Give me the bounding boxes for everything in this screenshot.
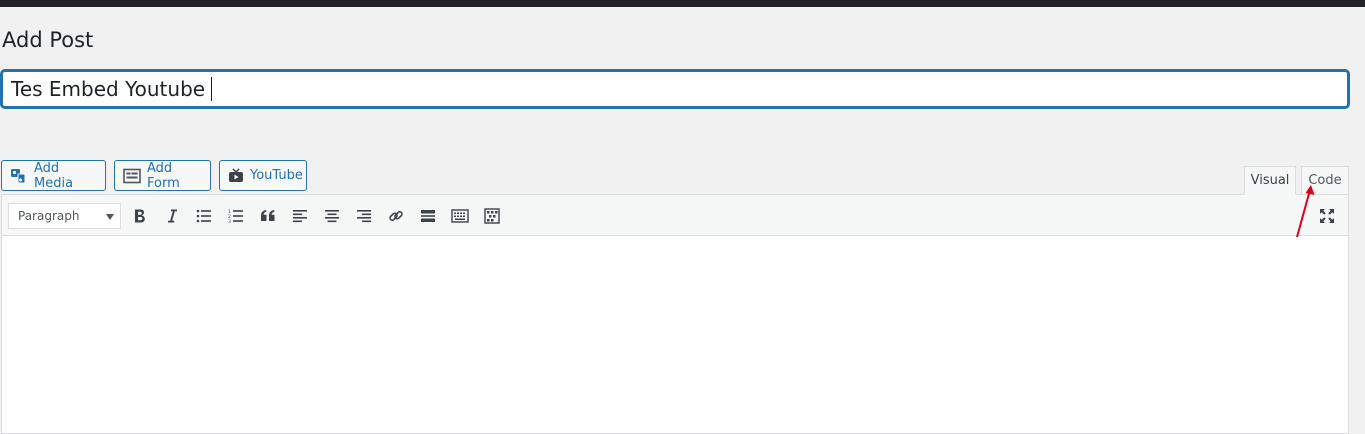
text-caret [211, 76, 213, 101]
media-icon [10, 167, 28, 185]
tab-code-label: Code [1308, 173, 1342, 188]
post-title-input[interactable]: Tes Embed Youtube [1, 70, 1349, 108]
toolbar-toggle-icon [451, 209, 469, 223]
format-select-value: Paragraph [18, 209, 80, 223]
svg-text:3: 3 [228, 219, 231, 223]
insert-link-button[interactable] [384, 204, 408, 228]
toolbar-toggle-button[interactable] [448, 204, 472, 228]
youtube-icon [228, 167, 244, 184]
numbered-list-icon: 123 [228, 209, 244, 223]
add-media-button[interactable]: Add Media [1, 160, 106, 191]
add-media-label: Add Media [34, 160, 74, 191]
link-icon [388, 208, 404, 224]
italic-icon [165, 208, 179, 224]
add-form-button[interactable]: Add Form [114, 160, 211, 191]
align-left-icon [292, 209, 308, 223]
italic-button[interactable] [160, 204, 184, 228]
fullscreen-button[interactable] [1315, 204, 1339, 228]
page-title: Add Post [2, 28, 94, 52]
read-more-button[interactable] [416, 204, 440, 228]
tab-code[interactable]: Code [1301, 166, 1349, 195]
align-right-button[interactable] [352, 204, 376, 228]
blockquote-button[interactable] [256, 204, 280, 228]
editor-area[interactable]: Paragraph 123 [1, 194, 1349, 434]
blockquote-icon [260, 209, 276, 223]
tab-visual-label: Visual [1250, 173, 1290, 188]
form-icon [123, 168, 141, 184]
align-center-icon [324, 209, 340, 223]
post-title-value: Tes Embed Youtube [11, 77, 206, 101]
fullscreen-icon [1319, 208, 1335, 224]
bulleted-list-button[interactable] [192, 204, 216, 228]
youtube-label: YouTube [250, 168, 303, 183]
add-form-label: Add Form [147, 160, 180, 191]
embed-icon [484, 208, 500, 224]
admin-bar [0, 0, 1365, 7]
format-select[interactable]: Paragraph [8, 203, 121, 229]
align-left-button[interactable] [288, 204, 312, 228]
embed-button[interactable] [480, 204, 504, 228]
read-more-icon [420, 209, 436, 223]
bulleted-list-icon [196, 209, 212, 223]
editor-toolbar: Paragraph 123 [2, 195, 1348, 236]
align-right-icon [356, 209, 372, 223]
youtube-button[interactable]: YouTube [219, 160, 307, 191]
tab-visual[interactable]: Visual [1244, 166, 1296, 195]
align-center-button[interactable] [320, 204, 344, 228]
numbered-list-button[interactable]: 123 [224, 204, 248, 228]
chevron-down-icon [106, 214, 114, 220]
bold-icon [133, 208, 147, 224]
bold-button[interactable] [128, 204, 152, 228]
